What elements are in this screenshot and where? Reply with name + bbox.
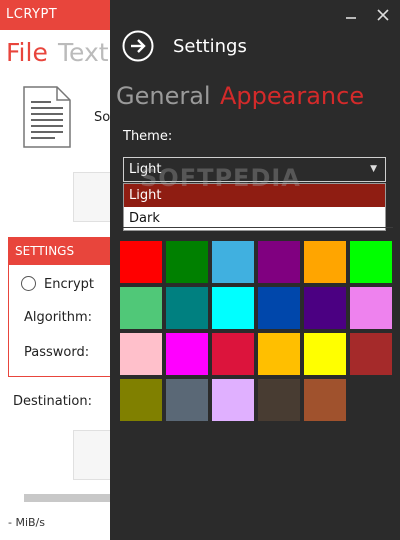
color-swatch[interactable] [120, 379, 162, 421]
document-icon[interactable] [23, 86, 71, 148]
color-swatch[interactable] [350, 287, 392, 329]
encrypt-label: Encrypt [44, 277, 94, 292]
destination-label: Destination: [13, 394, 92, 409]
close-icon[interactable] [374, 6, 392, 24]
color-swatch[interactable] [350, 333, 392, 375]
progress-bar [24, 494, 124, 502]
settings-flyout: Settings General Appearance Theme: Light… [110, 0, 400, 540]
color-swatch-grid [120, 241, 400, 425]
color-swatch[interactable] [350, 241, 392, 283]
tab-file[interactable]: File [6, 38, 48, 67]
source-label: So [94, 110, 111, 125]
color-swatch[interactable] [212, 287, 254, 329]
color-swatch[interactable] [120, 287, 162, 329]
color-swatch[interactable] [166, 241, 208, 283]
color-swatch[interactable] [212, 379, 254, 421]
theme-label: Theme: [123, 129, 173, 144]
theme-selected-value: Light [129, 162, 162, 177]
arrow-right-circle-icon[interactable] [122, 30, 154, 62]
tab-general[interactable]: General [116, 82, 211, 110]
color-swatch[interactable] [120, 333, 162, 375]
app-title: LCRYPT [6, 7, 58, 22]
color-swatch[interactable] [212, 333, 254, 375]
color-swatch[interactable] [304, 333, 346, 375]
color-swatch[interactable] [166, 287, 208, 329]
tab-text[interactable]: Text [58, 38, 109, 67]
speed-readout: - MiB/s [8, 516, 45, 529]
color-swatch[interactable] [258, 287, 300, 329]
theme-dropdown-menu: Light Dark [123, 183, 386, 231]
encrypt-radio[interactable] [21, 276, 36, 291]
color-swatch[interactable] [258, 333, 300, 375]
color-swatch[interactable] [304, 379, 346, 421]
divider [123, 227, 393, 228]
password-label: Password: [24, 345, 90, 360]
color-swatch[interactable] [166, 333, 208, 375]
color-swatch[interactable] [120, 241, 162, 283]
color-swatch[interactable] [212, 241, 254, 283]
theme-dropdown[interactable]: Light ▼ [123, 157, 386, 182]
tab-appearance[interactable]: Appearance [220, 82, 364, 110]
color-swatch[interactable] [258, 241, 300, 283]
color-swatch[interactable] [304, 287, 346, 329]
theme-option-light[interactable]: Light [124, 184, 385, 207]
minimize-icon[interactable] [342, 6, 360, 24]
color-swatch[interactable] [304, 241, 346, 283]
color-swatch[interactable] [166, 379, 208, 421]
algorithm-label: Algorithm: [24, 310, 93, 325]
flyout-title: Settings [173, 36, 247, 57]
color-swatch[interactable] [258, 379, 300, 421]
chevron-down-icon: ▼ [370, 164, 377, 174]
